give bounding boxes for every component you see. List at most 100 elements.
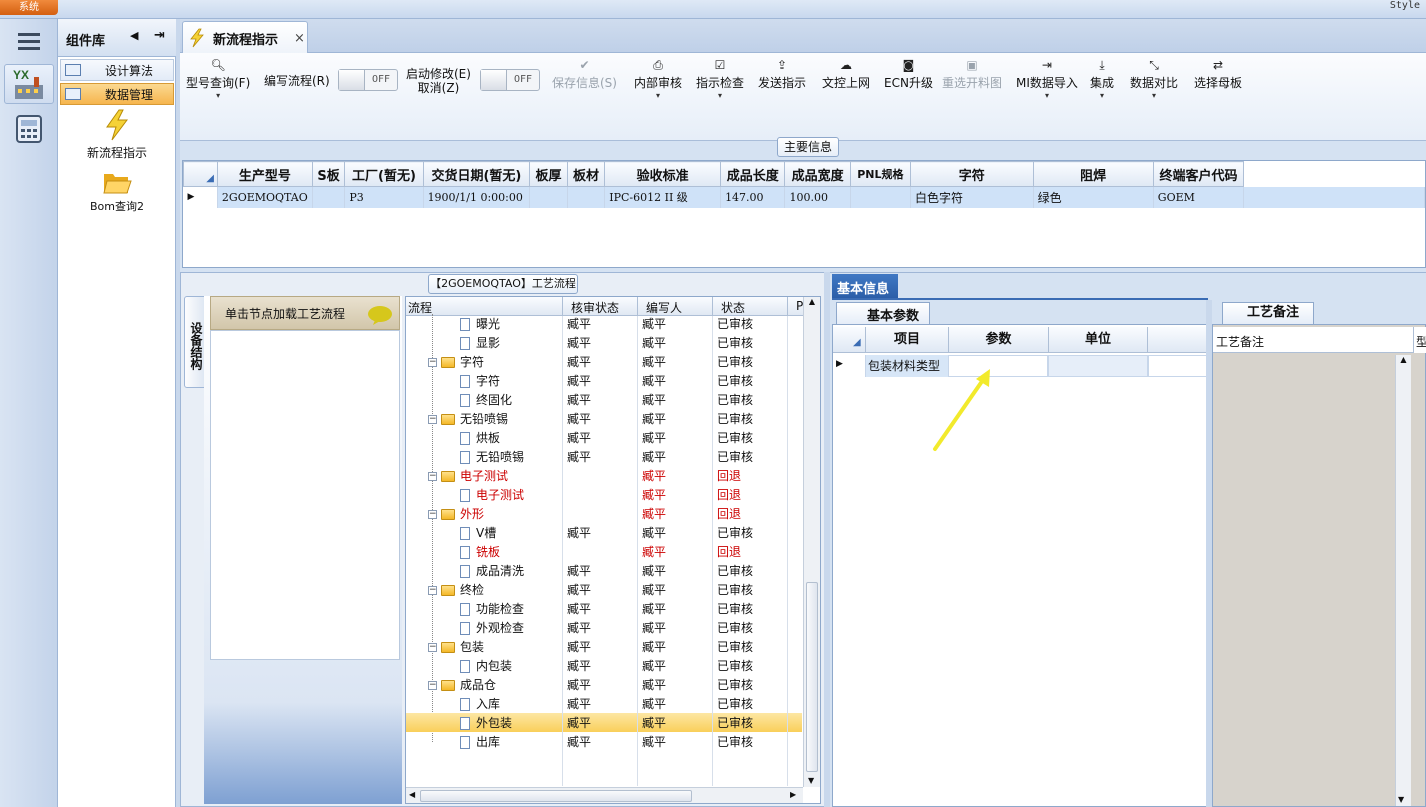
tree-cell[interactable]: 已审核 xyxy=(717,600,753,617)
tree-cell[interactable]: 臧平 xyxy=(642,714,666,731)
table-cell[interactable] xyxy=(1048,355,1148,377)
tree-cell[interactable]: 已审核 xyxy=(717,410,753,427)
tree-cell[interactable]: 臧平 xyxy=(567,714,591,731)
tree-cell[interactable]: 臧平 xyxy=(642,372,666,389)
tree-row[interactable]: V槽 臧平 臧平 已审核 xyxy=(406,523,802,542)
tree-node[interactable]: − 电子测试 xyxy=(428,467,508,484)
tool-bom-query[interactable]: Bom查询2 xyxy=(58,169,176,214)
start-modify-toggle[interactable]: OFF xyxy=(480,69,540,91)
collapse-left-icon[interactable]: ◀ xyxy=(130,29,138,42)
tree-cell[interactable]: 已审核 xyxy=(717,619,753,636)
collapse-icon[interactable]: − xyxy=(428,510,437,519)
tree-cell[interactable]: 臧平 xyxy=(642,315,666,332)
tree-node[interactable]: V槽 xyxy=(460,524,496,541)
collapse-icon[interactable]: − xyxy=(428,681,437,690)
scroll-down-icon[interactable]: ▼ xyxy=(808,776,814,785)
tree-node[interactable]: 外包装 xyxy=(460,714,512,731)
tree-cell[interactable]: 已审核 xyxy=(717,429,753,446)
tree-cell[interactable]: 臧平 xyxy=(567,315,591,332)
column-header[interactable]: PNL规格 xyxy=(849,161,911,187)
column-header[interactable]: 参数 xyxy=(948,327,1048,353)
tree-row[interactable]: − 电子测试 臧平 回退 xyxy=(406,466,802,485)
side-tab-device-structure[interactable]: 设备结构 xyxy=(184,296,206,388)
tree-cell[interactable]: 臧平 xyxy=(567,695,591,712)
scroll-up-icon[interactable]: ▲ xyxy=(804,297,820,306)
tree-node[interactable]: − 字符 xyxy=(428,353,484,370)
dropdown-arrow-icon[interactable]: ▾ xyxy=(216,91,220,101)
tree-cell[interactable]: 臧平 xyxy=(642,467,666,484)
dropdown-arrow-icon[interactable]: ▾ xyxy=(1045,91,1049,101)
column-header[interactable]: 成品长度 xyxy=(720,161,786,187)
tree-cell[interactable]: 臧平 xyxy=(567,429,591,446)
tree-cell[interactable]: 臧平 xyxy=(642,391,666,408)
scroll-thumb[interactable] xyxy=(806,582,818,772)
tree-cell[interactable]: 臧平 xyxy=(567,372,591,389)
table-row[interactable]: ▶ 包装材料类型 xyxy=(833,355,1207,377)
send-instruction-button[interactable]: ⇪ 发送指示 xyxy=(758,55,806,107)
column-header[interactable]: 单位 xyxy=(1048,327,1148,353)
tree-cell[interactable]: 臧平 xyxy=(642,733,666,750)
sign-in-icon[interactable]: ⇥ xyxy=(154,28,165,43)
instruction-check-button[interactable]: ☑ 指示检查 ▾ xyxy=(696,55,744,107)
column-header[interactable]: 终端客户代码 xyxy=(1152,161,1245,187)
internal-review-button[interactable]: ⎙ 内部审核 ▾ xyxy=(634,55,682,107)
table-cell[interactable] xyxy=(567,186,606,208)
tree-node[interactable]: 外观检查 xyxy=(460,619,524,636)
tree-cell[interactable]: 臧平 xyxy=(642,448,666,465)
tree-cell[interactable]: 已审核 xyxy=(717,391,753,408)
tree-cell[interactable]: 臧平 xyxy=(642,505,666,522)
tree-cell[interactable]: 已审核 xyxy=(717,524,753,541)
column-header[interactable]: 工艺备注 xyxy=(1213,327,1413,353)
table-cell[interactable]: 100.00 xyxy=(784,186,851,208)
table-cell[interactable]: 绿色 xyxy=(1033,186,1154,208)
tree-cell[interactable]: 臧平 xyxy=(642,638,666,655)
system-button[interactable]: 系统 xyxy=(0,0,58,15)
tree-row[interactable]: 内包装 臧平 臧平 已审核 xyxy=(406,656,802,675)
column-header[interactable]: S板 xyxy=(311,161,346,187)
tree-cell[interactable]: 臧平 xyxy=(642,429,666,446)
yx-factory-icon[interactable]: YX xyxy=(4,64,54,104)
tree-node[interactable]: 终固化 xyxy=(460,391,512,408)
tree-node[interactable]: 入库 xyxy=(460,695,500,712)
tree-node[interactable]: 铣板 xyxy=(460,543,500,560)
column-header[interactable]: 工厂(暂无) xyxy=(344,161,424,187)
tree-row[interactable]: − 成品仓 臧平 臧平 已审核 xyxy=(406,675,802,694)
tree-cell[interactable]: 已审核 xyxy=(717,353,753,370)
scroll-thumb[interactable] xyxy=(420,790,692,802)
table-cell[interactable] xyxy=(312,186,346,208)
tree-cell[interactable]: 臧平 xyxy=(642,676,666,693)
table-cell[interactable] xyxy=(529,186,568,208)
tree-node[interactable]: 出库 xyxy=(460,733,500,750)
tree-cell[interactable]: 臧平 xyxy=(642,619,666,636)
tree-cell[interactable]: 已审核 xyxy=(717,676,753,693)
tree-node[interactable]: 成品清洗 xyxy=(460,562,524,579)
table-cell[interactable]: IPC-6012 II 级 xyxy=(604,186,722,208)
save-info-button[interactable]: ✔ 保存信息(S) xyxy=(552,55,617,107)
scroll-up-icon[interactable]: ▲ xyxy=(1396,355,1411,364)
tree-cell[interactable]: 臧平 xyxy=(567,524,591,541)
dropdown-arrow-icon[interactable]: ▾ xyxy=(1152,91,1156,101)
column-header[interactable]: 验收标准 xyxy=(604,161,722,187)
style-label[interactable]: Style xyxy=(1390,0,1420,11)
tree-cell[interactable]: 臧平 xyxy=(567,581,591,598)
tree-cell[interactable]: 已审核 xyxy=(717,733,753,750)
tree-cell[interactable]: 已审核 xyxy=(717,695,753,712)
tree-cell[interactable]: 已审核 xyxy=(717,372,753,389)
tree-cell[interactable]: 臧平 xyxy=(567,600,591,617)
table-cell[interactable]: 1900/1/1 0:00:00 xyxy=(423,186,531,208)
tree-cell[interactable]: 臧平 xyxy=(642,543,666,560)
tree-cell[interactable]: 臧平 xyxy=(567,619,591,636)
tab-basic-params[interactable]: 基本参数 xyxy=(836,302,930,324)
tree-cell[interactable]: 已审核 xyxy=(717,315,753,332)
column-header[interactable]: 板厚 xyxy=(529,161,568,187)
collapse-icon[interactable]: − xyxy=(428,586,437,595)
tree-cell[interactable]: 臧平 xyxy=(642,486,666,503)
data-compare-button[interactable]: ⤡ 数据对比 ▾ xyxy=(1130,55,1178,107)
collapse-icon[interactable]: − xyxy=(428,643,437,652)
tree-row[interactable]: 成品清洗 臧平 臧平 已审核 xyxy=(406,561,802,580)
tree-node[interactable]: 功能检查 xyxy=(460,600,524,617)
tree-cell[interactable]: 已审核 xyxy=(717,334,753,351)
tree-cell[interactable]: 臧平 xyxy=(642,657,666,674)
start-modify-label[interactable]: 启动修改(E) 取消(Z) xyxy=(406,67,471,95)
tree-row[interactable]: 外观检查 臧平 臧平 已审核 xyxy=(406,618,802,637)
